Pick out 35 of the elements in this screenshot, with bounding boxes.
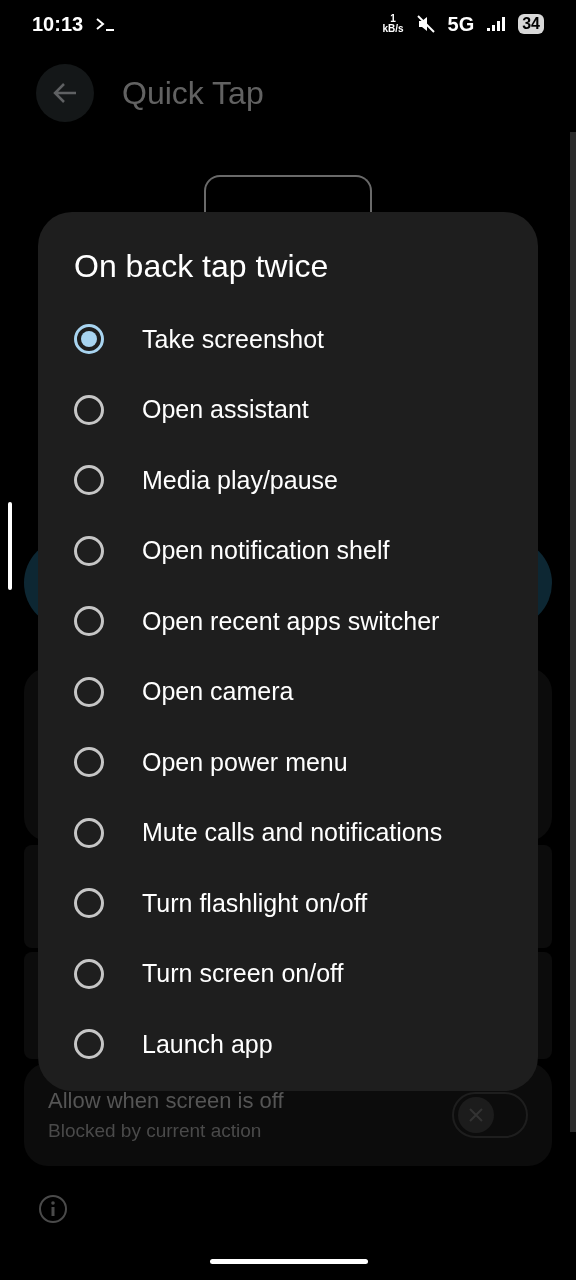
network-type: 5G [447,12,475,37]
action-option[interactable]: Turn flashlight on/off [38,868,538,939]
battery-indicator: 34 [518,14,544,34]
muted-speaker-icon [415,14,436,34]
action-option[interactable]: Launch app [38,1009,538,1080]
setting-title: Allow when screen is off [48,1086,284,1115]
signal-icon [486,16,507,32]
setting-subtitle: Blocked by current action [48,1118,263,1143]
radio-button[interactable] [74,324,104,355]
terminal-icon [95,17,116,31]
action-option[interactable]: Turn screen on/off [38,938,538,1009]
clock: 10:13 [32,12,84,37]
radio-button[interactable] [74,1029,104,1060]
radio-button[interactable] [74,465,104,496]
action-option[interactable]: Media play/pause [38,445,538,516]
toggle-switch[interactable] [452,1091,528,1138]
action-option[interactable]: Open notification shelf [38,515,538,586]
action-option[interactable]: Open power menu [38,727,538,798]
radio-button[interactable] [74,958,104,989]
radio-button[interactable] [74,747,104,778]
radio-button[interactable] [74,888,104,919]
page-title: Quick Tap [122,74,264,113]
action-option[interactable]: Open recent apps switcher [38,586,538,657]
action-option[interactable]: Take screenshot [38,304,538,375]
dialog-title: On back tap twice [74,248,329,284]
action-option[interactable]: Mute calls and notifications [38,797,538,868]
radio-button[interactable] [74,676,104,707]
network-speed: 1 kB/s [382,14,404,34]
action-option[interactable]: Open camera [38,656,538,727]
radio-button[interactable] [74,817,104,848]
action-option[interactable]: Open assistant [38,374,538,445]
radio-button[interactable] [74,394,104,425]
radio-button[interactable] [74,606,104,637]
radio-button[interactable] [74,535,104,566]
back-arrow-icon [52,82,78,104]
